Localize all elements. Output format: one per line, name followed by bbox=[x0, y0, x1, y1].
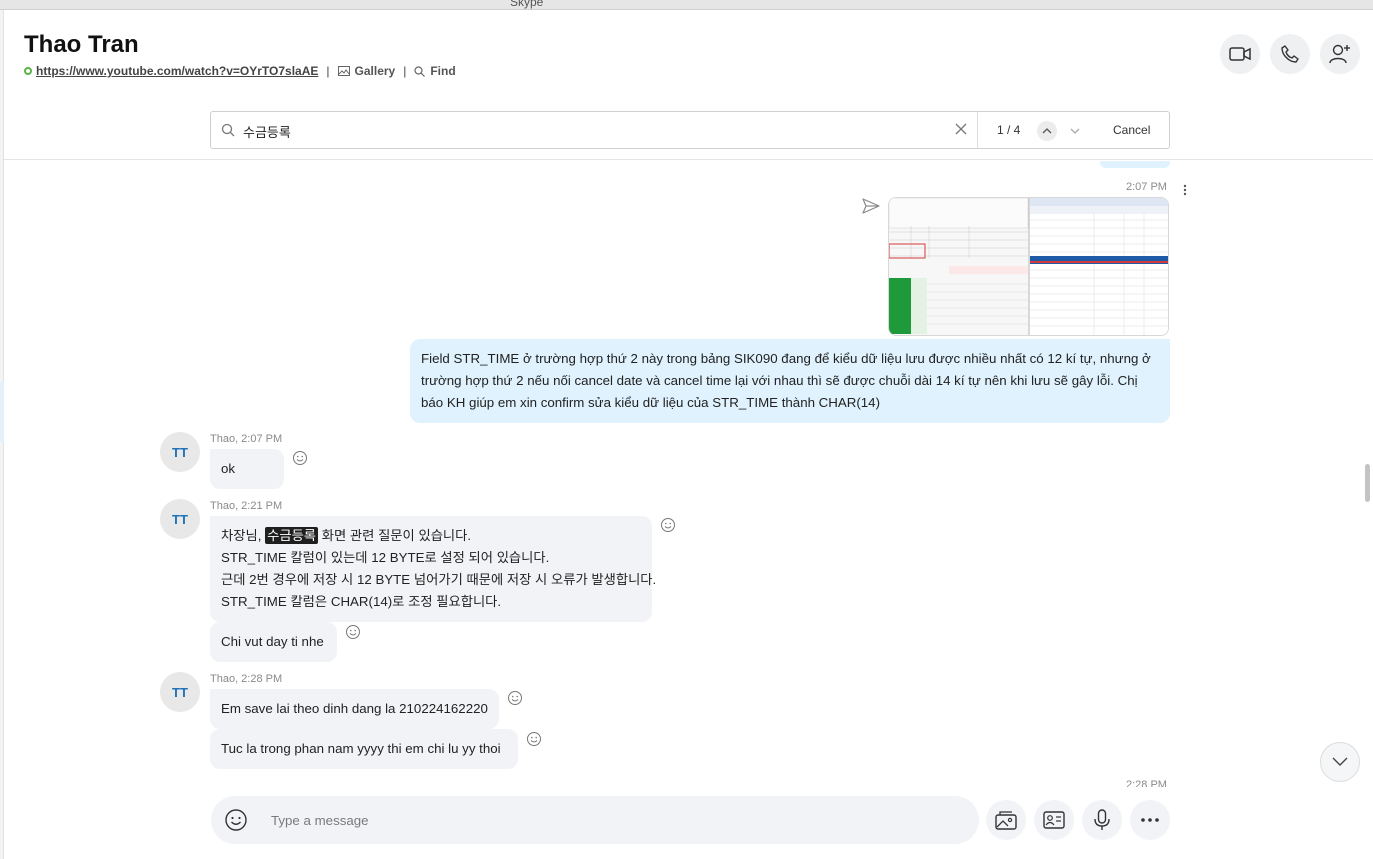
send-contact-button[interactable] bbox=[1034, 800, 1074, 840]
message-input[interactable] bbox=[271, 810, 951, 830]
add-reaction-icon[interactable] bbox=[526, 731, 542, 747]
message-line: STR_TIME 칼럼은 CHAR(14)로 조정 필요합니다. bbox=[221, 594, 502, 609]
message-line: 근데 2번 경우에 저장 시 12 BYTE 넘어가기 때문에 저장 시 오류가… bbox=[221, 572, 657, 587]
chevron-down-icon bbox=[1332, 757, 1348, 766]
add-people-button[interactable] bbox=[1320, 34, 1360, 74]
more-icon bbox=[1141, 818, 1159, 822]
chevron-up-icon bbox=[1042, 128, 1052, 134]
find-link[interactable]: Find bbox=[414, 64, 456, 78]
outgoing-message[interactable]: Field STR_TIME ở trường hợp thứ 2 này tr… bbox=[410, 339, 1170, 423]
online-status-icon bbox=[24, 67, 32, 75]
image-attachment[interactable] bbox=[888, 197, 1169, 336]
gallery-icon bbox=[337, 66, 350, 76]
divider bbox=[977, 112, 978, 148]
contact-subline: https://www.youtube.com/watch?v=OYrTO7sl… bbox=[24, 64, 456, 78]
message-time: 2:07 PM bbox=[1126, 181, 1167, 193]
find-input[interactable] bbox=[243, 121, 943, 141]
message-meta: Thao, 2:21 PM bbox=[210, 500, 283, 512]
separator: | bbox=[326, 64, 330, 78]
message-line: 차장님, 수금등록 화면 관련 질문이 있습니다. bbox=[221, 525, 641, 547]
audio-call-button[interactable] bbox=[1270, 34, 1310, 74]
more-options-icon[interactable] bbox=[1180, 183, 1190, 197]
sent-status-icon bbox=[862, 198, 880, 214]
next-match-button[interactable] bbox=[1065, 121, 1085, 141]
window-title: Skype bbox=[510, 0, 544, 9]
message-meta: Thao, 2:28 PM bbox=[210, 673, 283, 685]
add-reaction-icon[interactable] bbox=[292, 450, 308, 466]
record-audio-button[interactable] bbox=[1082, 800, 1122, 840]
window-titlebar: Skype bbox=[0, 0, 1373, 10]
search-icon bbox=[221, 123, 235, 137]
clear-icon[interactable] bbox=[955, 123, 967, 135]
partial-message-bubble bbox=[1100, 161, 1170, 168]
microphone-icon bbox=[1094, 809, 1110, 830]
spreadsheet-screenshot-image bbox=[889, 198, 1168, 335]
emoji-icon[interactable] bbox=[224, 808, 248, 832]
gallery-label: Gallery bbox=[354, 64, 396, 78]
contact-card-icon bbox=[1043, 811, 1065, 829]
message-composer bbox=[211, 796, 979, 844]
scrollbar-thumb[interactable] bbox=[1365, 464, 1370, 502]
scroll-to-bottom-button[interactable] bbox=[1320, 742, 1360, 782]
phone-icon bbox=[1281, 45, 1299, 63]
avatar[interactable]: TT bbox=[160, 499, 200, 539]
chevron-down-icon bbox=[1070, 128, 1080, 134]
video-camera-icon bbox=[1229, 47, 1251, 61]
previous-match-button[interactable] bbox=[1037, 121, 1057, 141]
match-counter: 1 / 4 bbox=[997, 123, 1021, 137]
send-media-button[interactable] bbox=[986, 800, 1026, 840]
gallery-link[interactable]: Gallery bbox=[337, 64, 396, 78]
incoming-message[interactable]: 차장님, 수금등록 화면 관련 질문이 있습니다. STR_TIME 칼럼이 있… bbox=[210, 516, 657, 622]
video-call-button[interactable] bbox=[1220, 34, 1260, 74]
search-highlight: 수금등록 bbox=[265, 527, 319, 544]
add-reaction-icon[interactable] bbox=[507, 690, 523, 706]
avatar[interactable]: TT bbox=[160, 432, 200, 472]
message-text: 차장님, bbox=[221, 528, 262, 543]
chat-header: Thao Tran https://www.youtube.com/watch?… bbox=[4, 10, 1373, 160]
incoming-message[interactable]: Em save lai theo dinh dang la 2102241622… bbox=[210, 689, 499, 729]
add-person-icon bbox=[1329, 44, 1350, 64]
separator: | bbox=[403, 64, 407, 78]
incoming-message[interactable]: Tuc la trong phan nam yyyy thi em chi lu… bbox=[210, 729, 518, 769]
find-label: Find bbox=[430, 64, 456, 78]
search-icon bbox=[414, 65, 426, 77]
message-time: 2:28 PM bbox=[1126, 779, 1167, 787]
gallery-icon bbox=[995, 811, 1017, 830]
more-options-button[interactable] bbox=[1130, 800, 1170, 840]
message-text: 화면 관련 질문이 있습니다. bbox=[321, 528, 472, 543]
incoming-message[interactable]: ok bbox=[210, 449, 284, 489]
message-line: STR_TIME 칼럼이 있는데 12 BYTE로 설정 되어 있습니다. bbox=[221, 550, 550, 565]
incoming-message[interactable]: Chi vut day ti nhe bbox=[210, 622, 337, 662]
mood-link[interactable]: https://www.youtube.com/watch?v=OYrTO7sl… bbox=[36, 64, 318, 78]
avatar[interactable]: TT bbox=[160, 672, 200, 712]
add-reaction-icon[interactable] bbox=[660, 517, 676, 533]
find-bar: 1 / 4 Cancel bbox=[210, 111, 1170, 149]
message-meta: Thao, 2:07 PM bbox=[210, 433, 283, 445]
add-reaction-icon[interactable] bbox=[345, 624, 361, 640]
contact-name[interactable]: Thao Tran bbox=[24, 31, 139, 59]
cancel-search-button[interactable]: Cancel bbox=[1113, 123, 1150, 137]
